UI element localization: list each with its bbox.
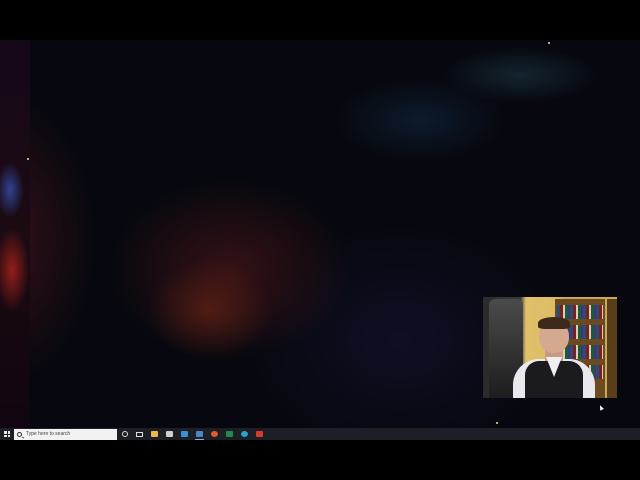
webcam-bookshelf-edge: [607, 299, 617, 398]
taskbar-app-mail[interactable]: [177, 428, 192, 440]
taskbar-search-box[interactable]: Type here to search: [14, 428, 117, 440]
mail-icon: [181, 431, 188, 437]
task-view-icon: [136, 431, 143, 437]
taskbar-app-zoom[interactable]: [192, 428, 207, 440]
taskbar-app-camera[interactable]: [162, 428, 177, 440]
wallpaper-left-strip: [0, 40, 30, 428]
excel-icon: [226, 431, 233, 437]
taskbar-app-edge[interactable]: [237, 428, 252, 440]
edge-icon: [241, 431, 248, 437]
screen: Type here to search: [0, 0, 640, 480]
taskbar-app-acrobat[interactable]: [252, 428, 267, 440]
webcam-books: [557, 305, 603, 319]
file-explorer-icon: [151, 431, 158, 437]
windows-logo-icon: [4, 431, 10, 437]
firefox-icon: [211, 431, 218, 437]
letterbox-bottom: [0, 440, 640, 480]
webcam-overlay: [483, 297, 617, 398]
webcam-person-hair: [538, 317, 570, 329]
cortana-button[interactable]: [117, 428, 132, 440]
cortana-icon: [121, 431, 128, 437]
search-icon: [17, 431, 22, 437]
wallpaper-star: [27, 158, 29, 160]
wallpaper-star: [496, 422, 498, 424]
search-input[interactable]: Type here to search: [26, 429, 70, 440]
taskbar-app-excel[interactable]: [222, 428, 237, 440]
letterbox-top: [0, 0, 640, 40]
wallpaper-star: [548, 42, 550, 44]
acrobat-icon: [256, 431, 263, 437]
camera-icon: [166, 431, 173, 437]
taskbar-app-file-explorer[interactable]: [147, 428, 162, 440]
start-button[interactable]: [0, 428, 14, 440]
taskbar-app-firefox[interactable]: [207, 428, 222, 440]
desktop-wallpaper[interactable]: [0, 40, 640, 428]
taskbar: Type here to search: [0, 428, 640, 440]
task-view-button[interactable]: [132, 428, 147, 440]
zoom-icon: [196, 431, 203, 437]
